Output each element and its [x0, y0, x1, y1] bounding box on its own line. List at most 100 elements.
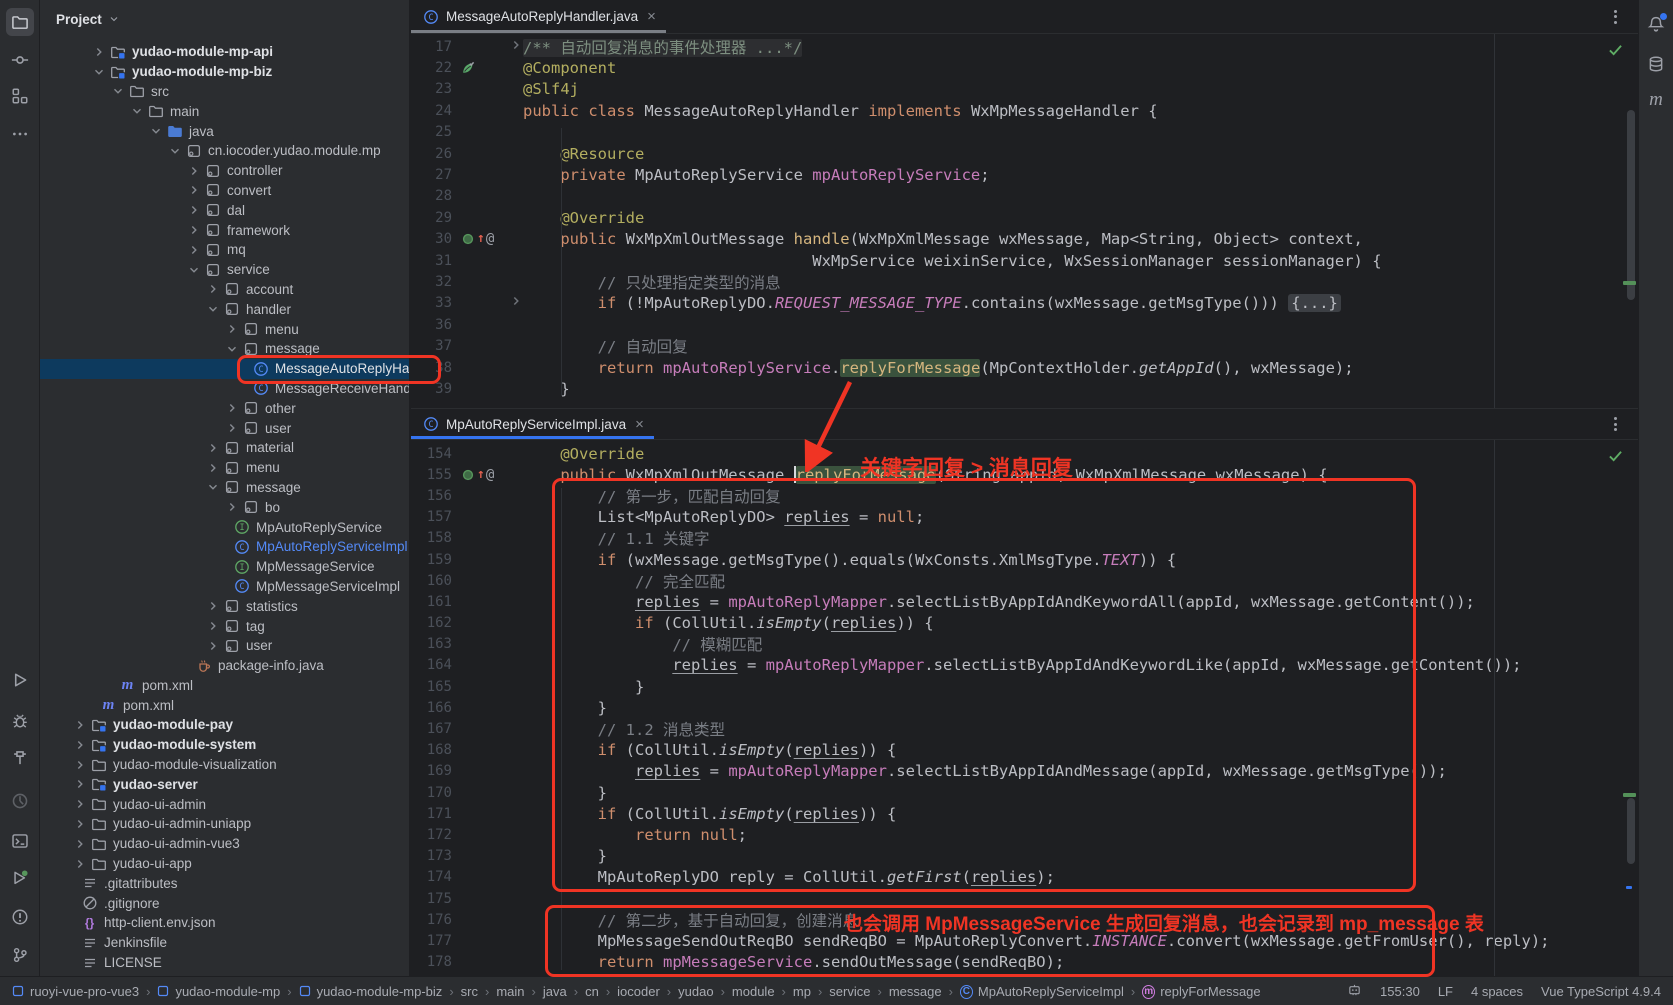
services-icon[interactable]: [6, 864, 34, 892]
tree-item-pom-xml[interactable]: mpom.xml: [40, 695, 409, 715]
chevron-right-icon[interactable]: [69, 757, 90, 773]
chevron-right-icon[interactable]: [69, 776, 90, 792]
tree-item-material[interactable]: material: [40, 438, 409, 458]
scrollbar-thumb[interactable]: [1627, 110, 1635, 300]
project-icon[interactable]: [6, 8, 34, 36]
tree-item-handler[interactable]: handler: [40, 299, 409, 319]
tab-message-auto-reply-handler[interactable]: C MessageAutoReplyHandler.java ×: [411, 0, 666, 33]
chevron-right-icon[interactable]: [183, 222, 204, 238]
debug-icon[interactable]: [6, 707, 34, 735]
tree-item-dal[interactable]: dal: [40, 200, 409, 220]
tree-item-yudao-ui-admin[interactable]: yudao-ui-admin: [40, 794, 409, 814]
chevron-right-icon[interactable]: [202, 440, 223, 456]
breadcrumb-item[interactable]: mreplyForMessage: [1142, 984, 1260, 999]
tree-item-java[interactable]: java: [40, 121, 409, 141]
fold-marker-icon[interactable]: [508, 293, 523, 313]
chevron-right-icon[interactable]: [183, 242, 204, 258]
breadcrumb-item[interactable]: yudao: [678, 984, 713, 999]
tree-item-yudao-server[interactable]: yudao-server: [40, 774, 409, 794]
breadcrumb-item[interactable]: CMpAutoReplyServiceImpl: [960, 984, 1124, 999]
chevron-right-icon[interactable]: [183, 163, 204, 179]
editor-options-kebab-icon[interactable]: [1606, 8, 1624, 26]
status-file-type[interactable]: Vue TypeScript 4.9.4: [1541, 984, 1661, 999]
chevron-down-icon[interactable]: [221, 341, 242, 357]
chevron-right-icon[interactable]: [221, 499, 242, 515]
tree-item--gitattributes[interactable]: .gitattributes: [40, 873, 409, 893]
chevron-down-icon[interactable]: [202, 479, 223, 495]
tree-item-yudao-ui-app[interactable]: yudao-ui-app: [40, 854, 409, 874]
chevron-right-icon[interactable]: [69, 816, 90, 832]
tree-item-yudao-module-mp-api[interactable]: yudao-module-mp-api: [40, 42, 409, 62]
chevron-right-icon[interactable]: [69, 737, 90, 753]
breadcrumb-item[interactable]: src: [461, 984, 478, 999]
inspections-ok-icon[interactable]: [1602, 38, 1628, 60]
breadcrumb-item[interactable]: service: [829, 984, 870, 999]
chevron-right-icon[interactable]: [221, 321, 242, 337]
breadcrumb-item[interactable]: module: [732, 984, 775, 999]
tree-item-bo[interactable]: bo: [40, 497, 409, 517]
breadcrumb-item[interactable]: main: [496, 984, 524, 999]
tree-item-mpmessageservice[interactable]: IMpMessageService: [40, 557, 409, 577]
breadcrumb-item[interactable]: java: [543, 984, 567, 999]
tree-item-yudao-module-mp-biz[interactable]: yudao-module-mp-biz: [40, 62, 409, 82]
status-caret-position[interactable]: 155:30: [1380, 984, 1420, 999]
tree-item-user[interactable]: user: [40, 418, 409, 438]
editor-options-kebab-icon[interactable]: [1606, 415, 1624, 433]
breadcrumb-item[interactable]: cn: [585, 984, 599, 999]
build-icon[interactable]: [6, 744, 34, 772]
tree-item-package-info-java[interactable]: package-info.java: [40, 656, 409, 676]
fold-marker-icon[interactable]: [508, 37, 523, 57]
chevron-right-icon[interactable]: [88, 44, 109, 60]
tree-item-convert[interactable]: convert: [40, 181, 409, 201]
breadcrumb-item[interactable]: iocoder: [617, 984, 660, 999]
breadcrumb-item[interactable]: message: [889, 984, 942, 999]
tree-item-yudao-ui-admin-uniapp[interactable]: yudao-ui-admin-uniapp: [40, 814, 409, 834]
chevron-right-icon[interactable]: [202, 598, 223, 614]
project-header[interactable]: Project: [40, 0, 409, 38]
tree-item-statistics[interactable]: statistics: [40, 596, 409, 616]
terminal-icon[interactable]: [6, 827, 34, 855]
database-icon[interactable]: [1642, 50, 1670, 78]
chevron-right-icon[interactable]: [221, 420, 242, 436]
problems-icon[interactable]: [6, 903, 34, 931]
breadcrumb-item[interactable]: ruoyi-vue-pro-vue3: [12, 984, 139, 999]
tree-item-mpautoreplyservice[interactable]: IMpAutoReplyService: [40, 517, 409, 537]
chevron-down-icon[interactable]: [107, 83, 128, 99]
editor-message-auto-reply-handler[interactable]: 17/** 自动回复消息的事件处理器 ...*/22@Component23@S…: [411, 34, 1638, 408]
chevron-right-icon[interactable]: [69, 856, 90, 872]
tree-item-yudao-module-visualization[interactable]: yudao-module-visualization: [40, 755, 409, 775]
notifications-bell-icon[interactable]: [1642, 10, 1670, 38]
tree-item--gitignore[interactable]: .gitignore: [40, 893, 409, 913]
tree-item-license[interactable]: LICENSE: [40, 953, 409, 973]
tree-item-user[interactable]: user: [40, 636, 409, 656]
chevron-right-icon[interactable]: [202, 618, 223, 634]
inspections-ok-icon[interactable]: [1602, 444, 1628, 466]
commit-icon[interactable]: [6, 46, 34, 74]
breadcrumb-item[interactable]: mp: [793, 984, 811, 999]
tree-item-main[interactable]: main: [40, 101, 409, 121]
chevron-down-icon[interactable]: [164, 143, 185, 159]
chevron-right-icon[interactable]: [183, 182, 204, 198]
tree-item-http-client-env-json[interactable]: {}http-client.env.json: [40, 913, 409, 933]
tree-item-mpautoreplyserviceimpl[interactable]: CMpAutoReplyServiceImpl: [40, 537, 409, 557]
more-tools-icon[interactable]: [6, 120, 34, 148]
tree-item-mq[interactable]: mq: [40, 240, 409, 260]
spring-bean-gutter-icon[interactable]: [452, 60, 508, 76]
ai-assistant-icon[interactable]: [1347, 982, 1362, 1000]
profiler-icon[interactable]: [6, 787, 34, 815]
tree-item-menu[interactable]: menu: [40, 319, 409, 339]
overrides-gutter-icon[interactable]: ↑@: [452, 231, 508, 247]
tree-item-menu[interactable]: menu: [40, 458, 409, 478]
chevron-down-icon[interactable]: [126, 103, 147, 119]
tree-item-messageautoreplyhandler[interactable]: CMessageAutoReplyHandler: [40, 359, 409, 379]
git-branch-icon[interactable]: [6, 941, 34, 969]
tree-item-mpmessageserviceimpl[interactable]: CMpMessageServiceImpl: [40, 577, 409, 597]
tree-item-yudao-ui-admin-vue3[interactable]: yudao-ui-admin-vue3: [40, 834, 409, 854]
tree-item-jenkinsfile[interactable]: Jenkinsfile: [40, 933, 409, 953]
scrollbar-thumb[interactable]: [1627, 798, 1635, 864]
editor-mp-auto-reply-service-impl[interactable]: 154 @Override155↑@ public WxMpXmlOutMess…: [411, 440, 1638, 976]
chevron-down-icon[interactable]: [88, 64, 109, 80]
chevron-right-icon[interactable]: [202, 281, 223, 297]
breadcrumb-item[interactable]: yudao-module-mp: [157, 984, 280, 999]
chevron-right-icon[interactable]: [69, 836, 90, 852]
